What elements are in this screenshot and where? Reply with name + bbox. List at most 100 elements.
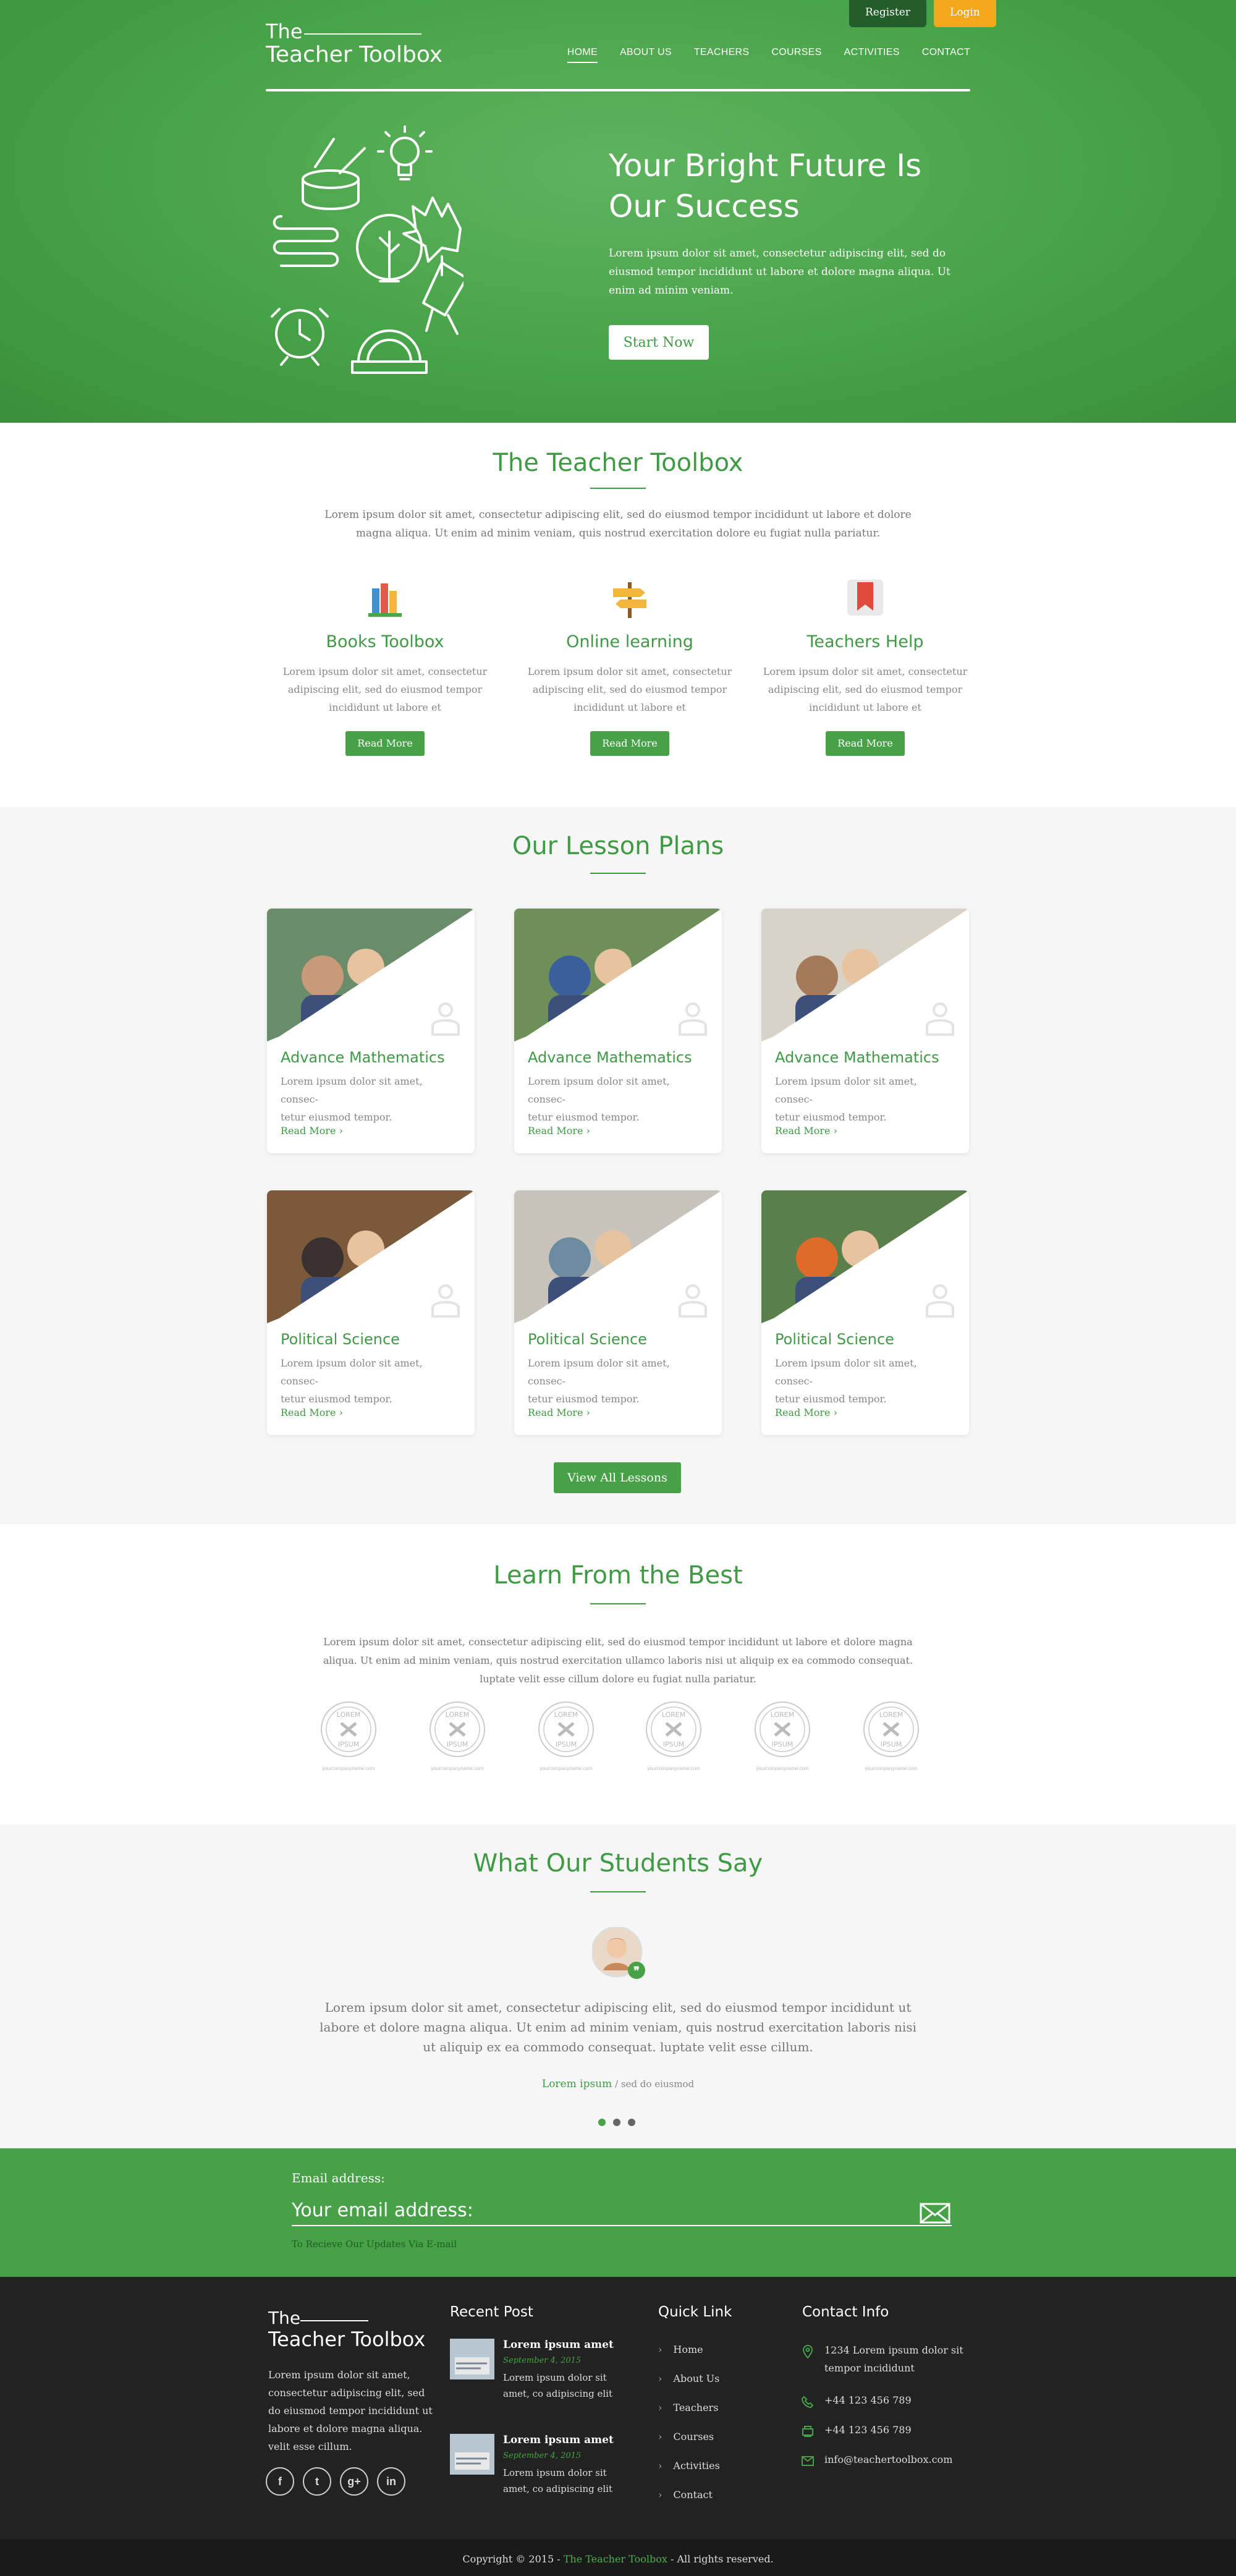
badge-seal-icon: LOREM IPSUM <box>321 1701 376 1757</box>
nav-activities[interactable]: ACTIVITIES <box>844 47 900 63</box>
partner-badge-logo: LOREM IPSUM yourcompanyname.com <box>751 1700 813 1774</box>
recent-post-title: Recent Post <box>450 2304 533 2320</box>
lesson-photo <box>761 909 969 1041</box>
toolbox-section: The Teacher Toolbox Lorem ipsum dolor si… <box>0 423 1236 807</box>
testimonial-quote: Lorem ipsum dolor sit amet, consectetur … <box>320 2000 916 2054</box>
linkedin-icon[interactable]: in <box>377 2467 405 2496</box>
post-date: September 4, 2015 <box>503 2451 582 2460</box>
nav-contact[interactable]: CONTACT <box>922 47 970 63</box>
logo-line2: Teacher Toolbox <box>266 42 443 67</box>
nav-home[interactable]: HOME <box>567 47 598 63</box>
lesson-photo <box>267 1190 475 1323</box>
recent-post[interactable]: Lorem ipsum amet September 4, 2015 Lorem… <box>450 2339 629 2413</box>
chevron-right-icon: › <box>833 1125 838 1137</box>
author-role: / sed do eiusmod <box>612 2078 695 2090</box>
start-now-button[interactable]: Start Now <box>609 325 709 360</box>
login-button[interactable]: Login <box>933 0 996 27</box>
hero-title: Your Bright Future Is Our Success <box>609 148 922 224</box>
contact-address: 1234 Lorem ipsum dolor sit tempor incidid… <box>824 2344 963 2374</box>
feature-text: Lorem ipsum dolor sit amet, consectetur … <box>527 666 732 713</box>
lesson-title: Advance Mathematics <box>775 1049 939 1066</box>
facebook-icon[interactable]: f <box>266 2467 294 2496</box>
badge-caption: yourcompanyname.com <box>647 1766 700 1771</box>
student-desk-icon <box>679 1002 707 1036</box>
copyright-brand[interactable]: The Teacher Toolbox <box>564 2553 667 2565</box>
lesson-read-more[interactable]: Read More › <box>528 1125 590 1137</box>
lesson-card[interactable]: Advance Mathematics Lorem ipsum dolor si… <box>514 909 722 1153</box>
testimonial-title-underline <box>590 1891 646 1892</box>
best-section: Learn From the Best Lorem ipsum dolor si… <box>0 1524 1236 1824</box>
author-name: Lorem ipsum <box>541 2078 612 2090</box>
hero-divider <box>266 89 970 91</box>
chevron-right-icon: › <box>658 2489 662 2501</box>
svg-text:IPSUM: IPSUM <box>338 1740 359 1748</box>
nav-teachers[interactable]: TEACHERS <box>694 47 750 63</box>
read-more-button[interactable]: Read More <box>345 731 425 756</box>
quick-link[interactable]: › Contact <box>658 2489 713 2501</box>
send-mail-icon[interactable] <box>920 2203 950 2224</box>
quick-link[interactable]: › About Us <box>658 2373 719 2384</box>
nav-about[interactable]: ABOUT US <box>620 47 672 63</box>
post-title[interactable]: Lorem ipsum amet <box>503 2339 614 2351</box>
carousel-dot[interactable] <box>613 2119 620 2126</box>
email-input[interactable] <box>292 2195 952 2226</box>
footer-about: Lorem ipsum dolor sit amet, consectetur a… <box>268 2366 433 2455</box>
register-button[interactable]: Register <box>849 0 926 27</box>
lesson-read-more[interactable]: Read More › <box>528 1407 590 1418</box>
school-doodles-illustration <box>271 125 464 374</box>
quick-link[interactable]: › Courses <box>658 2431 714 2443</box>
google-plus-icon[interactable]: g+ <box>340 2467 368 2496</box>
twitter-icon[interactable]: t <box>303 2467 331 2496</box>
recent-post[interactable]: Lorem ipsum amet September 4, 2015 Lorem… <box>450 2434 629 2508</box>
lesson-photo <box>514 1190 722 1323</box>
fax-icon <box>802 2426 813 2437</box>
lesson-card[interactable]: Political Science Lorem ipsum dolor sit … <box>514 1190 722 1435</box>
quick-link[interactable]: › Activities <box>658 2460 720 2472</box>
quick-link[interactable]: › Home <box>658 2344 703 2355</box>
lessons-title: Our Lesson Plans <box>512 832 724 860</box>
lesson-card[interactable]: Political Science Lorem ipsum dolor sit … <box>267 1190 475 1435</box>
social-links: f t g+ in <box>266 2467 405 2496</box>
chevron-right-icon: › <box>339 1407 344 1418</box>
quick-link[interactable]: › Teachers <box>658 2402 718 2413</box>
post-title[interactable]: Lorem ipsum amet <box>503 2434 614 2446</box>
logo[interactable]: The Teacher Toolbox <box>266 20 442 67</box>
svg-text:IPSUM: IPSUM <box>447 1740 468 1748</box>
best-title: Learn From the Best <box>493 1561 743 1590</box>
feature-title: Teachers Help <box>806 632 924 651</box>
svg-text:LOREM: LOREM <box>879 1711 903 1719</box>
post-date: September 4, 2015 <box>503 2356 582 2365</box>
lesson-text: Lorem ipsum dolor sit amet, consec-tetur… <box>281 1075 423 1123</box>
email-icon <box>802 2456 814 2466</box>
easel-icon <box>422 261 464 335</box>
chevron-right-icon: › <box>586 1407 591 1418</box>
lesson-title: Political Science <box>528 1331 647 1348</box>
lesson-read-more[interactable]: Read More › <box>775 1407 837 1418</box>
lesson-card[interactable]: Political Science Lorem ipsum dolor sit … <box>761 1190 969 1435</box>
lesson-read-more[interactable]: Read More › <box>281 1125 343 1137</box>
lesson-card[interactable]: Advance Mathematics Lorem ipsum dolor si… <box>267 909 475 1153</box>
leaf-icon <box>402 197 462 276</box>
carousel-dot[interactable] <box>628 2119 635 2126</box>
read-more-button[interactable]: Read More <box>590 731 669 756</box>
drum-icon <box>302 138 366 210</box>
carousel-dot[interactable] <box>598 2119 606 2126</box>
lesson-read-more[interactable]: Read More › <box>281 1407 343 1418</box>
footer-logo-line1: The <box>268 2308 301 2328</box>
contact-email[interactable]: info@teachertoolbox.com <box>824 2454 952 2465</box>
student-desk-icon <box>926 1284 954 1318</box>
chevron-right-icon: › <box>658 2402 662 2413</box>
chevron-right-icon: › <box>658 2460 662 2472</box>
student-desk-icon <box>431 1284 460 1318</box>
footer-logo[interactable]: The Teacher Toolbox <box>268 2308 425 2350</box>
lesson-card[interactable]: Advance Mathematics Lorem ipsum dolor si… <box>761 909 969 1153</box>
lesson-read-more[interactable]: Read More › <box>775 1125 837 1137</box>
partner-badge-logo: LOREM IPSUM yourcompanyname.com <box>860 1700 922 1774</box>
chevron-right-icon: › <box>658 2373 662 2384</box>
read-more-button[interactable]: Read More <box>826 731 905 756</box>
nav-courses[interactable]: COURSES <box>771 47 821 63</box>
view-all-lessons-button[interactable]: View All Lessons <box>554 1462 681 1493</box>
feature-text: Lorem ipsum dolor sit amet, consectetur … <box>282 666 488 713</box>
footer: The Teacher Toolbox Lorem ipsum dolor si… <box>0 2277 1236 2539</box>
logo-line1: The <box>266 20 303 43</box>
